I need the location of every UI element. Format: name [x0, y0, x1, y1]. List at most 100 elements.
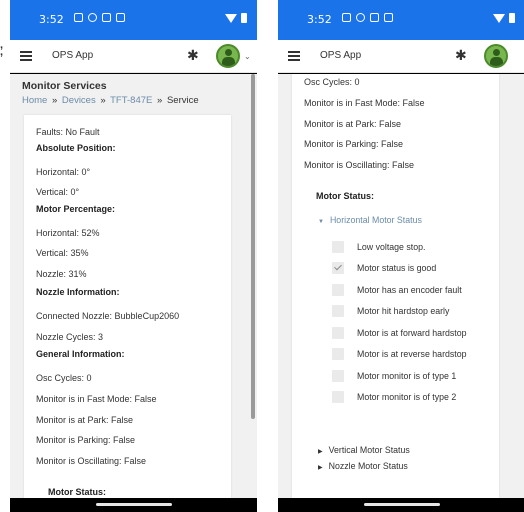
bluetooth-icon[interactable]: ✱	[455, 47, 467, 64]
sync-icon	[356, 13, 365, 22]
info-line: Vertical: 35%	[36, 248, 89, 258]
nozzle-motor-status-toggle[interactable]: ▶ Nozzle Motor Status	[318, 461, 408, 471]
nav-bar	[278, 498, 524, 512]
checkbox[interactable]	[332, 391, 344, 403]
status-icons	[342, 13, 393, 22]
notification-icon	[74, 13, 83, 22]
triangle-down-icon: ▼	[318, 219, 324, 225]
notification-icon	[342, 13, 351, 22]
status-time: 3:52	[307, 13, 332, 26]
checkbox-label: Motor monitor is of type 1	[357, 371, 457, 381]
checkbox-row[interactable]: Motor hit hardstop early	[332, 305, 449, 317]
info-line: Osc Cycles: 0	[36, 373, 92, 383]
app-bar: OPS App ✱ ⌄	[10, 40, 257, 73]
checkbox-row[interactable]: Motor monitor is of type 2	[332, 391, 456, 403]
bluetooth-icon[interactable]: ✱	[187, 47, 199, 64]
checkbox-row[interactable]: Motor is at forward hardstop	[332, 327, 467, 339]
breadcrumb-devices[interactable]: Devices	[62, 95, 96, 106]
info-line: Faults: No Fault	[36, 127, 100, 137]
section-heading: Nozzle Information:	[36, 287, 120, 297]
section-heading: General Information:	[36, 349, 125, 359]
main-content[interactable]: Osc Cycles: 0 Monitor is in Fast Mode: F…	[278, 74, 524, 498]
checkbox-label: Motor status is good	[357, 263, 437, 273]
message-icon	[384, 13, 393, 22]
horizontal-motor-status-toggle[interactable]: ▼ Horizontal Motor Status	[318, 215, 422, 225]
tree-header-label: Nozzle Motor Status	[328, 461, 408, 471]
checkbox[interactable]	[332, 241, 344, 253]
checkbox-row[interactable]: Motor status is good	[332, 262, 436, 274]
info-line: Vertical: 0°	[36, 187, 80, 197]
checkbox-label: Motor has an encoder fault	[357, 285, 462, 295]
checkbox-row[interactable]: Low voltage stop.	[332, 241, 425, 253]
status-icons	[74, 13, 125, 22]
hamburger-icon[interactable]	[20, 51, 32, 61]
hamburger-icon[interactable]	[288, 51, 300, 61]
checkbox-label: Motor monitor is of type 2	[357, 392, 457, 402]
info-line: Monitor is in Fast Mode: False	[36, 394, 157, 404]
info-line: Monitor is in Fast Mode: False	[304, 98, 425, 108]
message-icon	[370, 13, 379, 22]
info-line: Monitor is at Park: False	[36, 415, 134, 425]
page-title: Monitor Services	[22, 80, 107, 92]
info-line: Monitor is at Park: False	[304, 119, 402, 129]
app-bar: OPS App ✱	[278, 40, 524, 73]
checkbox-label: Motor is at forward hardstop	[357, 328, 467, 338]
status-time: 3:52	[39, 13, 64, 26]
phone-right: 3:52 OPS App ✱ Osc Cycles: 0 Monitor is …	[278, 0, 524, 512]
checkbox-label: Low voltage stop.	[357, 242, 426, 252]
tree-header-label: Vertical Motor Status	[328, 445, 410, 455]
wifi-icon	[225, 13, 237, 23]
avatar-icon[interactable]	[216, 44, 240, 68]
edge-text: , ,	[0, 39, 4, 58]
battery-icon	[509, 13, 515, 23]
section-heading: Motor Status:	[48, 487, 106, 497]
checkbox[interactable]	[332, 305, 344, 317]
info-line: Nozzle Cycles: 3	[36, 332, 104, 342]
chevron-down-icon[interactable]: ⌄	[244, 52, 251, 61]
main-content[interactable]: Monitor Services Home » Devices » TFT-84…	[10, 74, 257, 498]
info-line: Monitor is Parking: False	[304, 139, 404, 149]
status-bar: 3:52	[10, 0, 257, 40]
checkbox-label: Motor hit hardstop early	[357, 306, 450, 316]
triangle-right-icon: ▶	[318, 465, 323, 471]
checkbox[interactable]	[332, 370, 344, 382]
vertical-motor-status-toggle[interactable]: ▶ Vertical Motor Status	[318, 445, 410, 455]
breadcrumb-separator: »	[51, 95, 58, 106]
checkbox-checked[interactable]	[332, 262, 344, 274]
home-gesture-bar[interactable]	[96, 503, 172, 506]
status-bar: 3:52	[278, 0, 524, 40]
status-right	[493, 13, 515, 23]
checkbox-row[interactable]: Motor monitor is of type 1	[332, 370, 456, 382]
checkbox[interactable]	[332, 348, 344, 360]
breadcrumb-current: Service	[166, 95, 199, 106]
checkbox-row[interactable]: Motor has an encoder fault	[332, 284, 462, 296]
breadcrumb-separator: »	[100, 95, 106, 106]
message-icon	[102, 13, 111, 22]
avatar-icon[interactable]	[484, 44, 508, 68]
scrollbar[interactable]	[251, 74, 255, 419]
checkbox[interactable]	[332, 284, 344, 296]
service-card: Osc Cycles: 0 Monitor is in Fast Mode: F…	[292, 74, 499, 498]
checkbox-row[interactable]: Motor is at reverse hardstop	[332, 348, 467, 360]
breadcrumb-separator: »	[157, 95, 163, 106]
info-line: Monitor is Oscillating: False	[304, 160, 415, 170]
wifi-icon	[493, 13, 505, 23]
info-line: Osc Cycles: 0	[304, 77, 360, 87]
info-line: Monitor is Parking: False	[36, 435, 136, 445]
info-line: Monitor is Oscillating: False	[36, 456, 147, 466]
checkbox[interactable]	[332, 327, 344, 339]
checkbox-label: Motor is at reverse hardstop	[357, 349, 467, 359]
tree-header-label: Horizontal Motor Status	[329, 215, 422, 225]
phone-left: 3:52 OPS App ✱ ⌄ Monitor Services Home »…	[10, 0, 257, 512]
breadcrumb-home[interactable]: Home	[22, 95, 47, 106]
breadcrumb-device[interactable]: TFT-847E	[110, 95, 152, 106]
section-heading: Motor Status:	[316, 191, 374, 201]
breadcrumb: Home » Devices » TFT-847E » Service	[22, 95, 199, 106]
info-line: Horizontal: 52%	[36, 228, 100, 238]
info-line: Horizontal: 0°	[36, 167, 91, 177]
battery-icon	[241, 13, 247, 23]
info-line: Nozzle: 31%	[36, 269, 87, 279]
app-title: OPS App	[320, 50, 362, 61]
home-gesture-bar[interactable]	[364, 503, 440, 506]
service-card: Faults: No Fault Absolute Position: Hori…	[24, 115, 231, 498]
